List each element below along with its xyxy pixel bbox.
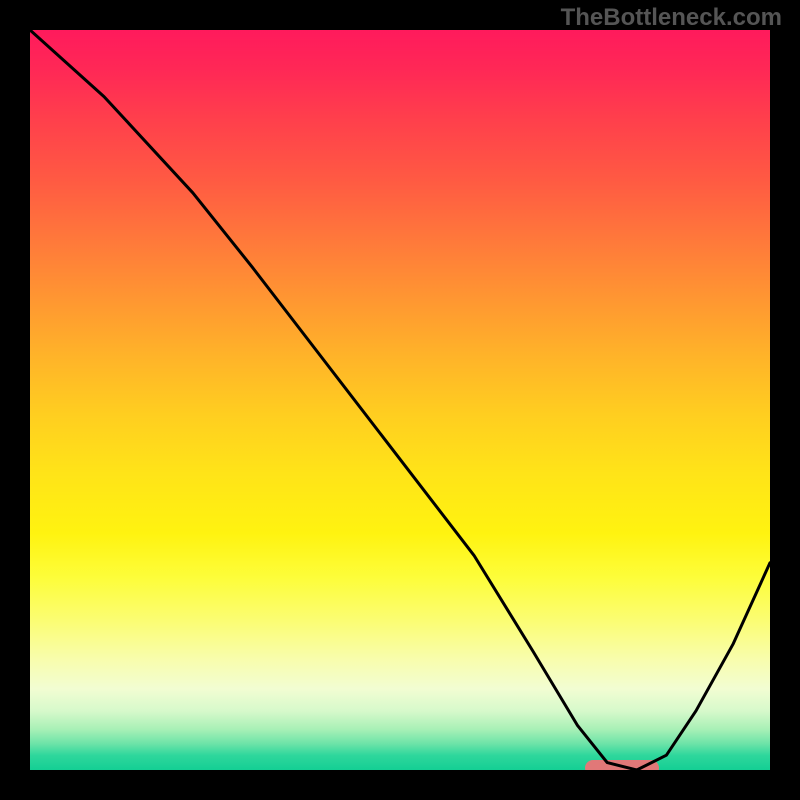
bottleneck-curve-path — [30, 30, 770, 770]
chart-plot-area — [30, 30, 770, 770]
watermark-text: TheBottleneck.com — [561, 4, 782, 32]
bottleneck-curve-svg — [30, 30, 770, 770]
